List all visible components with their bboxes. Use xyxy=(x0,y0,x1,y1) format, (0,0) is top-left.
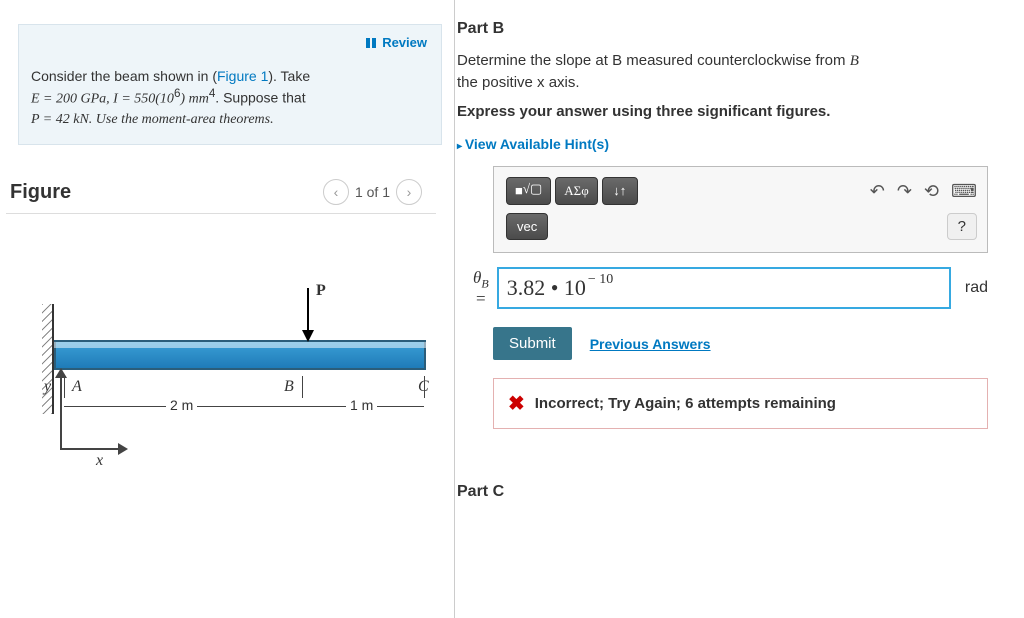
feedback-banner: ✖ Incorrect; Try Again; 6 attempts remai… xyxy=(493,378,988,429)
figure-title: Figure xyxy=(10,181,71,204)
axis-x xyxy=(60,448,120,450)
part-b-instruction: Express your answer using three signific… xyxy=(457,103,1024,120)
reset-icon[interactable]: ⟲ xyxy=(924,181,939,202)
answer-unit: rad xyxy=(965,279,988,297)
tool-subsup-button[interactable]: ↓↑ xyxy=(602,177,638,205)
part-b-description: Determine the slope at B measured counte… xyxy=(457,50,1024,93)
answer-variable-label: θB= xyxy=(473,269,489,306)
submit-button[interactable]: Submit xyxy=(493,327,572,360)
part-c-title: Part C xyxy=(457,463,1024,513)
help-button[interactable]: ? xyxy=(947,213,977,240)
axis-y xyxy=(60,372,62,450)
point-a-label: A xyxy=(72,378,82,396)
incorrect-icon: ✖ xyxy=(508,391,525,416)
dim-ab-label: 2 m xyxy=(166,397,197,413)
review-link[interactable]: Review xyxy=(366,35,427,51)
figure-counter: 1 of 1 xyxy=(355,184,390,200)
load-arrow-p: P xyxy=(302,288,314,342)
view-hints-link[interactable]: View Available Hint(s) xyxy=(457,136,1024,152)
tool-vec-button[interactable]: vec xyxy=(506,213,548,240)
axis-x-label: x xyxy=(96,452,103,470)
fixed-support xyxy=(42,304,54,414)
review-icon xyxy=(366,36,378,51)
answer-input[interactable]: 3.82 • 10− 10 xyxy=(497,267,951,309)
problem-statement: Review Consider the beam shown in (Figur… xyxy=(18,24,442,145)
undo-icon[interactable]: ↶ xyxy=(870,181,885,202)
axis-y-label: y xyxy=(44,378,51,396)
part-b-title: Part B xyxy=(457,0,1024,50)
keyboard-icon[interactable]: ⌨ xyxy=(951,181,977,202)
tool-greek-button[interactable]: ΑΣφ xyxy=(555,177,597,205)
figure-canvas: P y A B C 2 m 1 m xyxy=(0,214,442,464)
point-b-label: B xyxy=(284,378,294,396)
problem-text: Consider the beam shown in (Figure 1). T… xyxy=(31,67,429,130)
previous-answers-link[interactable]: Previous Answers xyxy=(590,336,711,352)
tool-template-button[interactable]: ■√▢ xyxy=(506,177,551,205)
figure-next-button[interactable]: › xyxy=(396,179,422,205)
figure-prev-button[interactable]: ‹ xyxy=(323,179,349,205)
figure-ref-link[interactable]: Figure 1 xyxy=(217,68,268,84)
answer-area: ■√▢ ΑΣφ ↓↑ ↶ ↷ ⟲ ⌨ vec ? xyxy=(493,166,988,253)
redo-icon[interactable]: ↷ xyxy=(897,181,912,202)
dim-bc-label: 1 m xyxy=(346,397,377,413)
